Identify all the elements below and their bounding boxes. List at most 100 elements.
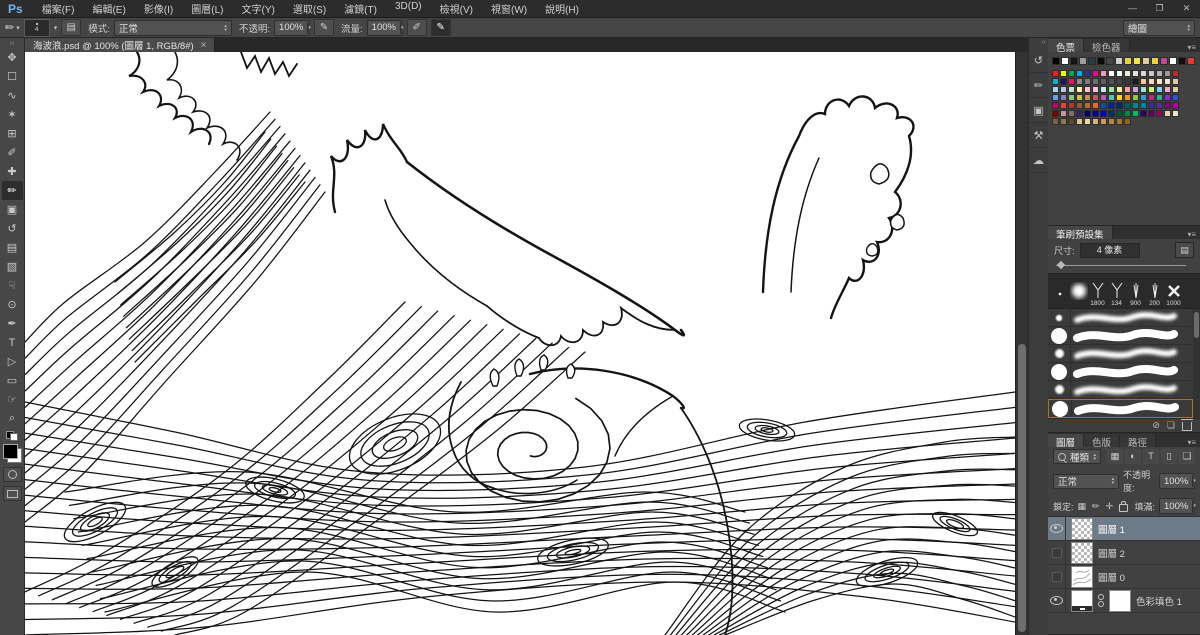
swatch[interactable]	[1068, 70, 1075, 77]
menu-3D(D)[interactable]: 3D(D)	[386, 1, 431, 16]
swatch[interactable]	[1132, 102, 1139, 109]
magic-wand-tool[interactable]: ✶	[2, 105, 23, 124]
document-tab[interactable]: 海波浪.psd @ 100% (圖層 1, RGB/8#) ×	[25, 38, 215, 52]
tablet-pressure-opacity-button[interactable]: ✎	[314, 19, 334, 36]
swatch[interactable]	[1097, 57, 1105, 65]
swatch[interactable]	[1100, 94, 1107, 101]
filter-adjustment-layers-icon[interactable]: ◐	[1125, 449, 1141, 464]
move-tool[interactable]: ✥	[2, 48, 23, 67]
layer-visibility-toggle[interactable]	[1048, 541, 1066, 564]
layer-thumbnail[interactable]	[1071, 518, 1093, 540]
swatch[interactable]	[1148, 102, 1155, 109]
swatch[interactable]	[1108, 118, 1115, 125]
swatch[interactable]	[1092, 102, 1099, 109]
swatch[interactable]	[1140, 94, 1147, 101]
chevron-down-icon[interactable]: ▾	[1192, 475, 1196, 487]
layer-fill-input[interactable]: 100% ▾	[1159, 498, 1195, 514]
swatch[interactable]	[1060, 94, 1067, 101]
quick-mask-button[interactable]	[3, 467, 22, 482]
scrollbar-thumb[interactable]	[1018, 344, 1026, 632]
swatch[interactable]	[1076, 70, 1083, 77]
menu-圖層(L)[interactable]: 圖層(L)	[182, 1, 232, 16]
swatch[interactable]	[1092, 78, 1099, 85]
swatch[interactable]	[1052, 78, 1059, 85]
foreground-color-swatch[interactable]	[3, 444, 18, 459]
swatch[interactable]	[1092, 86, 1099, 93]
swatch[interactable]	[1164, 110, 1171, 117]
tab-路徑[interactable]: 路徑	[1120, 434, 1156, 447]
swatch[interactable]	[1052, 110, 1059, 117]
swatch[interactable]	[1092, 118, 1099, 125]
swatch[interactable]	[1084, 118, 1091, 125]
swatch[interactable]	[1124, 102, 1131, 109]
lock-paint-icon[interactable]: ✏	[1092, 501, 1100, 512]
swatch[interactable]	[1140, 70, 1147, 77]
clone-stamp-tool[interactable]: ▣	[2, 200, 23, 219]
swatch[interactable]	[1124, 70, 1131, 77]
swatch[interactable]	[1052, 94, 1059, 101]
swatch[interactable]	[1052, 86, 1059, 93]
swatch[interactable]	[1108, 102, 1115, 109]
close-button[interactable]: ✕	[1173, 3, 1200, 14]
swatch[interactable]	[1108, 70, 1115, 77]
swatch[interactable]	[1092, 70, 1099, 77]
brush-tip-spike-900[interactable]: 900	[1126, 282, 1145, 307]
swatch[interactable]	[1172, 86, 1179, 93]
filter-shape-layers-icon[interactable]: ▯	[1161, 449, 1177, 464]
swatch[interactable]	[1140, 78, 1147, 85]
swatch[interactable]	[1156, 94, 1163, 101]
swatch[interactable]	[1132, 70, 1139, 77]
filter-type-layers-icon[interactable]: T	[1143, 449, 1159, 464]
swatch[interactable]	[1164, 70, 1171, 77]
filter-pixel-layers-icon[interactable]: ▦	[1107, 449, 1123, 464]
swatch[interactable]	[1061, 57, 1069, 65]
current-tool-chip[interactable]: ✏ ▾	[5, 21, 20, 34]
airbrush-toggle-button[interactable]: ✐	[407, 19, 427, 36]
swatch[interactable]	[1140, 102, 1147, 109]
swatch[interactable]	[1140, 110, 1147, 117]
menu-檔案(F)[interactable]: 檔案(F)	[33, 1, 84, 16]
swatch[interactable]	[1084, 86, 1091, 93]
panel-menu-icon[interactable]: ▾≡	[1183, 230, 1200, 239]
layer-thumbnail[interactable]	[1071, 542, 1093, 564]
panel-menu-icon[interactable]: ▾≡	[1183, 438, 1200, 447]
path-selection-tool[interactable]: ▷	[2, 352, 23, 371]
tab-brush-presets[interactable]: 筆刷預設集	[1048, 226, 1113, 239]
swatch[interactable]	[1068, 94, 1075, 101]
swatch[interactable]	[1084, 110, 1091, 117]
swatch[interactable]	[1076, 102, 1083, 109]
swatch[interactable]	[1076, 78, 1083, 85]
foreground-background-swatches[interactable]	[3, 444, 22, 463]
swatch[interactable]	[1116, 102, 1123, 109]
swatch[interactable]	[1052, 57, 1060, 65]
vertical-scrollbar[interactable]	[1015, 52, 1028, 635]
swatch[interactable]	[1148, 78, 1155, 85]
swatch[interactable]	[1084, 70, 1091, 77]
swatch[interactable]	[1068, 78, 1075, 85]
swatch[interactable]	[1079, 57, 1087, 65]
swatch[interactable]	[1076, 110, 1083, 117]
swatch[interactable]	[1052, 102, 1059, 109]
layer-thumbnail[interactable]	[1071, 566, 1093, 588]
eraser-tool[interactable]: ▤	[2, 238, 23, 257]
swatch[interactable]	[1160, 57, 1168, 65]
brush-preset-picker[interactable]: 4	[24, 19, 50, 37]
swatch[interactable]	[1068, 102, 1075, 109]
canvas[interactable]	[25, 52, 1015, 635]
lock-transparency-icon[interactable]: ▦	[1078, 501, 1087, 512]
minimize-button[interactable]: —	[1119, 3, 1146, 14]
screen-mode-button[interactable]	[3, 486, 22, 501]
swatch[interactable]	[1164, 86, 1171, 93]
tool-presets-panel-icon[interactable]: ⚒	[1029, 123, 1048, 148]
brush-tip-fan-134[interactable]: 134	[1107, 282, 1126, 307]
layer-row[interactable]: 圖層 2	[1048, 541, 1200, 565]
swatch[interactable]	[1148, 70, 1155, 77]
brush-preset-item[interactable]	[1048, 381, 1193, 399]
swatch[interactable]	[1060, 70, 1067, 77]
brush-tip-fan-1800[interactable]: 1800	[1088, 282, 1107, 307]
dock-collapse-icon[interactable]: ‹‹	[1041, 38, 1048, 48]
swatch[interactable]	[1076, 118, 1083, 125]
swatch[interactable]	[1156, 102, 1163, 109]
swatch[interactable]	[1148, 94, 1155, 101]
shape-tool[interactable]: ▭	[2, 371, 23, 390]
